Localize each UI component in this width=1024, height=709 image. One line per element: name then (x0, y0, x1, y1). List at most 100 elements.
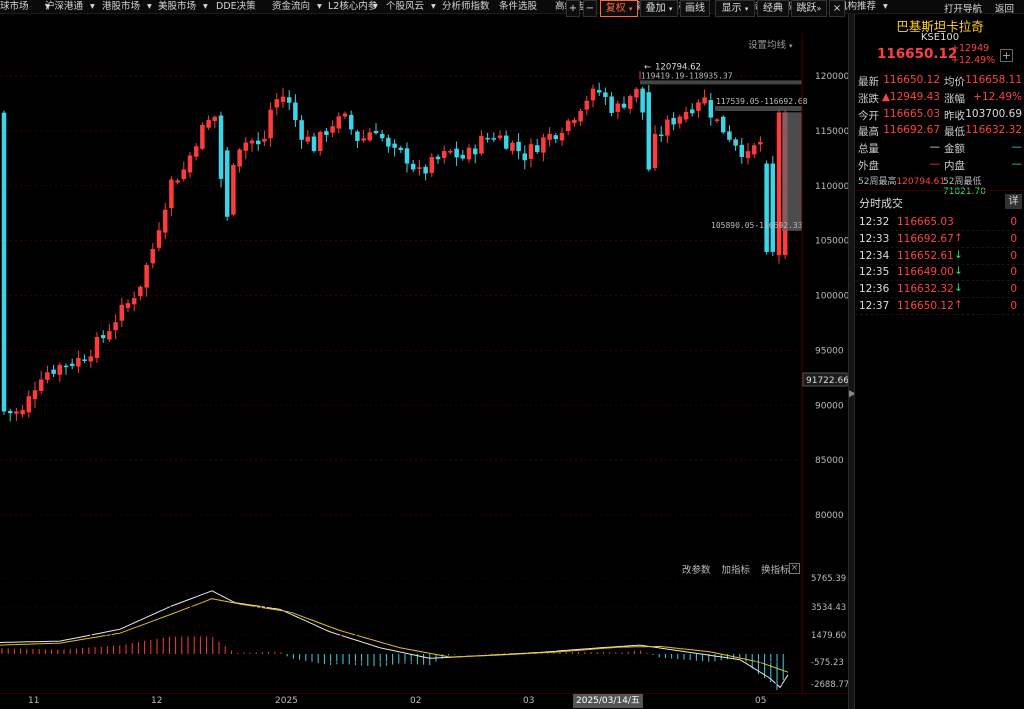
nav-item[interactable]: 分析师指数 (442, 0, 490, 13)
nav-item[interactable]: 美股市场 (158, 0, 196, 13)
nav-item[interactable]: 球市场 (0, 0, 29, 13)
draw-line-button[interactable]: 画线 (680, 0, 710, 17)
quote-label: 外盘 (858, 160, 879, 172)
candle-body (150, 248, 156, 264)
quote-cell: 最高 116692.67 (858, 124, 940, 139)
candle-body (689, 109, 695, 114)
candle-body (231, 164, 236, 215)
candle-body (503, 135, 509, 149)
back-button[interactable]: 返回 (995, 1, 1014, 15)
classic-button[interactable]: 经典 (757, 0, 789, 17)
candle-body (45, 372, 50, 380)
candle-body (330, 126, 335, 133)
candle-body (627, 95, 633, 109)
candle-body (38, 379, 44, 392)
tick-time: 12:34 (859, 249, 890, 262)
candle-body (293, 102, 298, 120)
nav-item[interactable]: 沪深港通 (45, 0, 83, 13)
candle-body (317, 132, 323, 152)
w52-low-value: 71821.70 (943, 187, 986, 197)
candle-body (386, 137, 391, 147)
candle-body (355, 131, 360, 141)
candle-body (739, 144, 745, 157)
indicator-tick: -2688.77 (811, 680, 848, 690)
indicator-tick: -575.23 (811, 658, 844, 668)
quote-cell: 最低 116632.32 (944, 124, 1022, 139)
open-guide-button[interactable]: 打开导航 (944, 1, 982, 15)
zoom-out-button[interactable]: − (583, 0, 597, 17)
chevron-down-icon: ▾ (883, 1, 888, 12)
indicator-tick: 5765.39 (811, 574, 846, 584)
candle-body (466, 147, 472, 160)
candle-body (640, 88, 645, 113)
nav-item[interactable]: L2核心内参 (328, 0, 377, 13)
candle-body (373, 131, 379, 134)
cursor-date-label: 2025/03/14/五 (573, 694, 643, 708)
candle-body (20, 410, 25, 415)
nav-item[interactable]: 个股风云 (386, 0, 424, 13)
candle-body (212, 116, 218, 122)
change-params-button[interactable]: 改参数 (682, 565, 711, 576)
add-watchlist-button[interactable]: + (1000, 49, 1013, 62)
candle-body (578, 110, 583, 122)
zoom-in-button[interactable]: + (566, 0, 580, 17)
w52-high-label: 52周最高 (858, 177, 897, 187)
candle-body (683, 112, 689, 120)
ticks-detail-button[interactable]: 详 (1005, 194, 1022, 209)
candle-body (435, 156, 441, 160)
close-indicator-button[interactable]: × (789, 563, 800, 574)
quote-label: 涨幅 (944, 92, 965, 105)
candle-body (280, 96, 286, 103)
nav-item[interactable]: DDE决策 (216, 0, 256, 13)
tick-volume: 0 (1010, 232, 1017, 245)
quote-value: ▲12949.43 (881, 90, 940, 103)
candlestick-chart[interactable]: ← 120794.62119419.19-118935.37117539.05-1… (0, 33, 848, 560)
time-tick: 12 (151, 696, 163, 706)
gap-label-1: 119419.19-118935.37 (641, 71, 733, 80)
display-button[interactable]: 显示 ▾ (715, 0, 755, 17)
tick-volume: 0 (1010, 300, 1017, 312)
candle-body (243, 142, 249, 151)
quote-cell: 昨收 103700.69 (944, 108, 1022, 123)
add-indicator-button[interactable]: 加指标 (722, 565, 751, 576)
candle-body (26, 396, 32, 413)
gap-band (715, 106, 802, 112)
candle-body (665, 119, 670, 136)
candle-body (621, 103, 627, 108)
candle-body (410, 163, 416, 170)
fuquan-button[interactable]: 复权 ▾ (600, 0, 638, 17)
tick-price: 116650.12 (897, 300, 954, 312)
candle-body (361, 138, 366, 141)
candle-body (119, 304, 125, 321)
w52-low-label: 52周最低 (943, 177, 982, 187)
price-change: +12949 +12.49% (951, 43, 995, 67)
candle-body (522, 153, 528, 161)
switch-indicator-button[interactable]: 换指标 (761, 565, 790, 576)
quote-label: 今开 (858, 109, 879, 122)
price-tick: 120000 (815, 72, 848, 82)
quote-value: +12.49% (973, 90, 1022, 103)
candle-body (7, 410, 13, 414)
macd-indicator-chart[interactable]: 5765.39 3534.43 1479.60 -575.23 -2688.77 (0, 560, 848, 693)
jump-button[interactable]: 跳跃» (791, 0, 827, 17)
quote-cell: 今开 116665.03 (858, 108, 940, 123)
quote-value: 103700.69 (965, 107, 1022, 120)
tick-volume: 0 (1010, 283, 1017, 296)
candle-body (249, 140, 255, 144)
tick-price: 116649.00 (897, 266, 954, 279)
nav-item[interactable]: 港股市场 (102, 0, 140, 13)
nav-item[interactable]: 资金流向 (272, 0, 310, 13)
close-icon[interactable]: × (829, 0, 845, 17)
candle-body (187, 155, 193, 173)
nav-item[interactable]: 条件选股 (499, 0, 537, 13)
candle-body (516, 141, 521, 152)
candle-body (162, 209, 168, 233)
quote-value: 116632.32 (965, 124, 1022, 137)
candle-body (751, 145, 757, 155)
tick-price: 116632.32 (897, 283, 954, 296)
tick-time: 12:35 (859, 266, 890, 279)
overlay-button[interactable]: 叠加 ▾ (640, 0, 678, 17)
candle-body (491, 138, 497, 140)
candle-body (708, 100, 714, 118)
candle-body (69, 363, 75, 366)
